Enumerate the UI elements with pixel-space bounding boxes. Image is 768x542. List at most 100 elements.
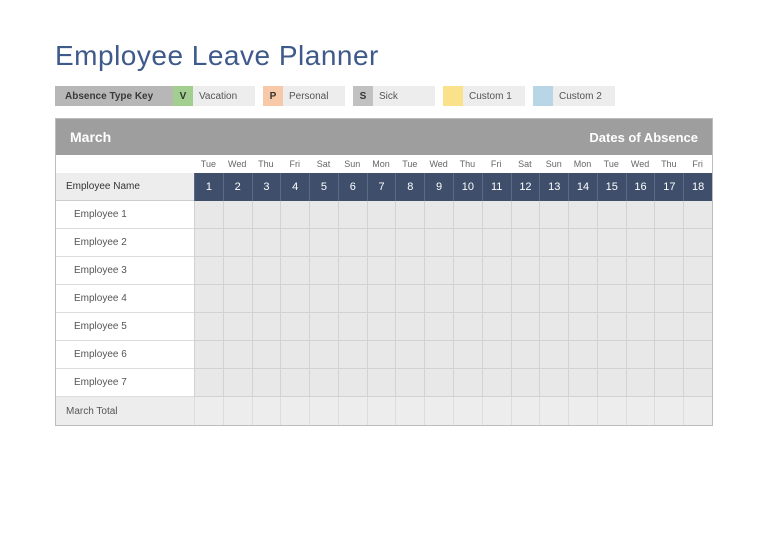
absence-cell-r1-d7[interactable] [367, 201, 396, 229]
absence-cell-r3-d3[interactable] [252, 257, 281, 285]
absence-cell-r2-d5[interactable] [309, 229, 338, 257]
absence-cell-r7-d5[interactable] [309, 369, 338, 397]
absence-cell-r5-d3[interactable] [252, 313, 281, 341]
absence-cell-r1-d11[interactable] [482, 201, 511, 229]
absence-cell-r3-d6[interactable] [338, 257, 367, 285]
absence-cell-r2-d4[interactable] [280, 229, 309, 257]
absence-cell-r3-d2[interactable] [223, 257, 252, 285]
absence-cell-r6-d9[interactable] [424, 341, 453, 369]
absence-cell-r1-d4[interactable] [280, 201, 309, 229]
absence-cell-r7-d15[interactable] [597, 369, 626, 397]
absence-cell-r4-d8[interactable] [395, 285, 424, 313]
absence-cell-r6-d4[interactable] [280, 341, 309, 369]
absence-cell-r5-d18[interactable] [683, 313, 712, 341]
absence-cell-r7-d16[interactable] [626, 369, 655, 397]
absence-cell-r2-d14[interactable] [568, 229, 597, 257]
absence-cell-r7-d12[interactable] [511, 369, 540, 397]
absence-cell-r1-d8[interactable] [395, 201, 424, 229]
absence-cell-r7-d9[interactable] [424, 369, 453, 397]
absence-cell-r6-d17[interactable] [654, 341, 683, 369]
absence-cell-r3-d4[interactable] [280, 257, 309, 285]
absence-cell-r3-d9[interactable] [424, 257, 453, 285]
absence-cell-r6-d18[interactable] [683, 341, 712, 369]
absence-cell-r5-d16[interactable] [626, 313, 655, 341]
absence-cell-r1-d13[interactable] [539, 201, 568, 229]
absence-cell-r2-d17[interactable] [654, 229, 683, 257]
absence-cell-r4-d16[interactable] [626, 285, 655, 313]
absence-cell-r7-d3[interactable] [252, 369, 281, 397]
absence-cell-r1-d18[interactable] [683, 201, 712, 229]
absence-cell-r7-d13[interactable] [539, 369, 568, 397]
absence-cell-r5-d6[interactable] [338, 313, 367, 341]
absence-cell-r3-d12[interactable] [511, 257, 540, 285]
absence-cell-r5-d12[interactable] [511, 313, 540, 341]
absence-cell-r3-d8[interactable] [395, 257, 424, 285]
absence-cell-r5-d5[interactable] [309, 313, 338, 341]
absence-cell-r1-d2[interactable] [223, 201, 252, 229]
absence-cell-r4-d13[interactable] [539, 285, 568, 313]
absence-cell-r7-d17[interactable] [654, 369, 683, 397]
absence-cell-r1-d17[interactable] [654, 201, 683, 229]
absence-cell-r2-d2[interactable] [223, 229, 252, 257]
absence-cell-r6-d10[interactable] [453, 341, 482, 369]
absence-cell-r3-d16[interactable] [626, 257, 655, 285]
absence-cell-r4-d9[interactable] [424, 285, 453, 313]
absence-cell-r2-d11[interactable] [482, 229, 511, 257]
absence-cell-r7-d10[interactable] [453, 369, 482, 397]
absence-cell-r1-d14[interactable] [568, 201, 597, 229]
absence-cell-r7-d18[interactable] [683, 369, 712, 397]
absence-cell-r2-d18[interactable] [683, 229, 712, 257]
absence-cell-r1-d12[interactable] [511, 201, 540, 229]
absence-cell-r7-d14[interactable] [568, 369, 597, 397]
absence-cell-r1-d9[interactable] [424, 201, 453, 229]
absence-cell-r4-d6[interactable] [338, 285, 367, 313]
absence-cell-r3-d17[interactable] [654, 257, 683, 285]
absence-cell-r4-d17[interactable] [654, 285, 683, 313]
absence-cell-r3-d10[interactable] [453, 257, 482, 285]
absence-cell-r4-d3[interactable] [252, 285, 281, 313]
absence-cell-r2-d15[interactable] [597, 229, 626, 257]
absence-cell-r7-d7[interactable] [367, 369, 396, 397]
absence-cell-r4-d7[interactable] [367, 285, 396, 313]
absence-cell-r5-d15[interactable] [597, 313, 626, 341]
absence-cell-r4-d11[interactable] [482, 285, 511, 313]
absence-cell-r3-d1[interactable] [194, 257, 223, 285]
absence-cell-r5-d10[interactable] [453, 313, 482, 341]
absence-cell-r3-d15[interactable] [597, 257, 626, 285]
absence-cell-r3-d13[interactable] [539, 257, 568, 285]
absence-cell-r5-d2[interactable] [223, 313, 252, 341]
absence-cell-r2-d3[interactable] [252, 229, 281, 257]
absence-cell-r4-d2[interactable] [223, 285, 252, 313]
absence-cell-r1-d15[interactable] [597, 201, 626, 229]
absence-cell-r6-d15[interactable] [597, 341, 626, 369]
absence-cell-r2-d10[interactable] [453, 229, 482, 257]
absence-cell-r5-d14[interactable] [568, 313, 597, 341]
absence-cell-r1-d5[interactable] [309, 201, 338, 229]
absence-cell-r6-d5[interactable] [309, 341, 338, 369]
absence-cell-r6-d11[interactable] [482, 341, 511, 369]
absence-cell-r7-d8[interactable] [395, 369, 424, 397]
absence-cell-r2-d8[interactable] [395, 229, 424, 257]
absence-cell-r1-d3[interactable] [252, 201, 281, 229]
absence-cell-r5-d17[interactable] [654, 313, 683, 341]
absence-cell-r5-d13[interactable] [539, 313, 568, 341]
absence-cell-r6-d6[interactable] [338, 341, 367, 369]
absence-cell-r4-d14[interactable] [568, 285, 597, 313]
absence-cell-r5-d7[interactable] [367, 313, 396, 341]
absence-cell-r4-d18[interactable] [683, 285, 712, 313]
absence-cell-r7-d11[interactable] [482, 369, 511, 397]
absence-cell-r2-d12[interactable] [511, 229, 540, 257]
absence-cell-r1-d1[interactable] [194, 201, 223, 229]
absence-cell-r7-d4[interactable] [280, 369, 309, 397]
absence-cell-r5-d9[interactable] [424, 313, 453, 341]
absence-cell-r2-d13[interactable] [539, 229, 568, 257]
absence-cell-r5-d4[interactable] [280, 313, 309, 341]
absence-cell-r6-d3[interactable] [252, 341, 281, 369]
absence-cell-r6-d2[interactable] [223, 341, 252, 369]
absence-cell-r6-d13[interactable] [539, 341, 568, 369]
absence-cell-r2-d6[interactable] [338, 229, 367, 257]
absence-cell-r1-d6[interactable] [338, 201, 367, 229]
absence-cell-r4-d10[interactable] [453, 285, 482, 313]
absence-cell-r4-d4[interactable] [280, 285, 309, 313]
absence-cell-r4-d12[interactable] [511, 285, 540, 313]
